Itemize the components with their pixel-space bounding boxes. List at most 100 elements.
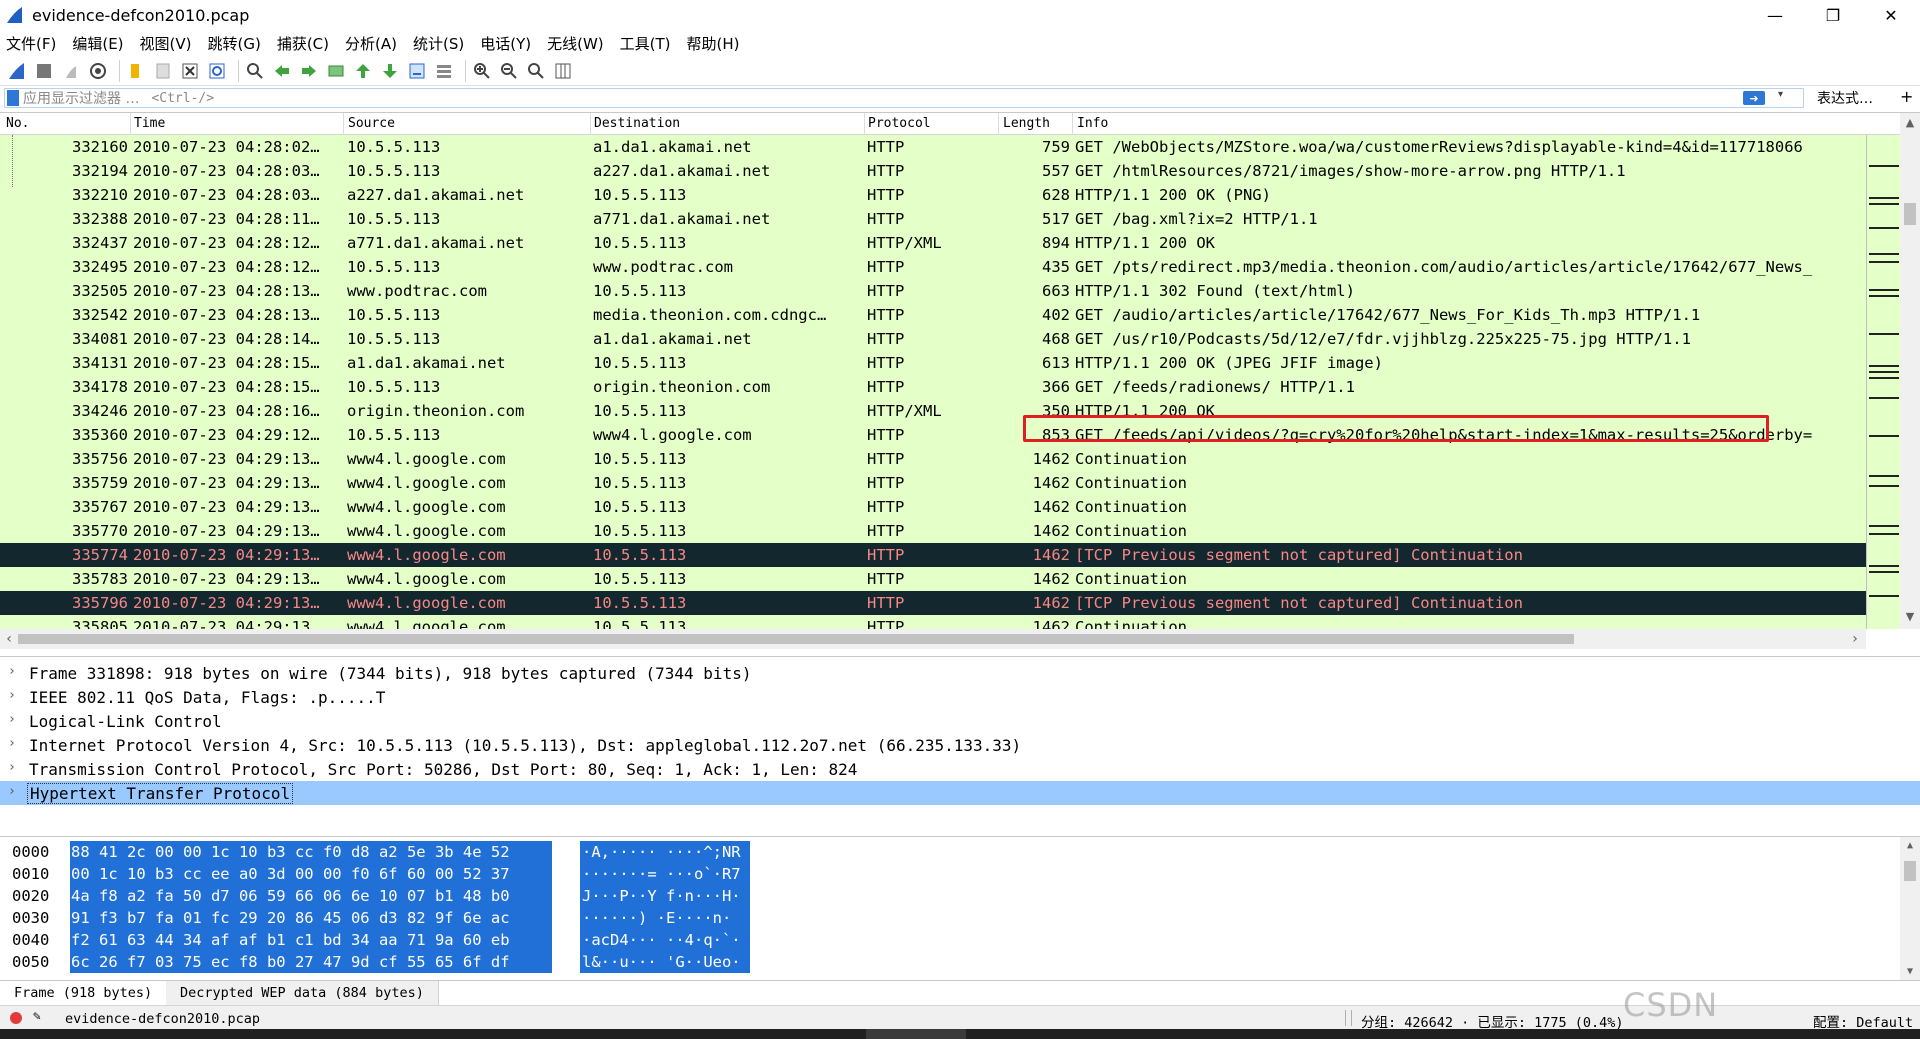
add-filter-button[interactable]: + — [1900, 87, 1913, 106]
apply-filter-icon[interactable]: ➜ — [1743, 91, 1765, 105]
hex-bytes[interactable]: f2 61 63 44 34 af af b1 c1 bd 34 aa 71 9… — [70, 929, 552, 951]
stop-capture-icon[interactable] — [33, 60, 55, 82]
column-time[interactable]: Time — [134, 116, 165, 131]
menu-tools[interactable]: 工具(T) — [620, 33, 671, 54]
hex-ascii[interactable]: ·A,····· ····^;NR — [580, 841, 750, 863]
chevron-right-icon[interactable]: › — [8, 688, 16, 703]
hex-bytes[interactable]: 4a f8 a2 fa 50 d7 06 59 66 06 6e 10 07 b… — [70, 885, 552, 907]
column-divider[interactable] — [590, 113, 591, 135]
hex-bytes[interactable]: 00 1c 10 b3 cc ee a0 3d 00 00 f0 6f 60 0… — [70, 863, 552, 885]
packet-row[interactable]: 335774 2010-07-23 04:29:13… www4.l.google.… — [0, 543, 1866, 567]
packet-row[interactable]: 332160 2010-07-23 04:28:02… 10.5.5.113 a1.d… — [0, 135, 1866, 159]
packet-list-vertical-scrollbar[interactable]: ▲ ▼ — [1900, 113, 1920, 629]
start-capture-icon[interactable] — [6, 60, 28, 82]
go-forward-icon[interactable] — [298, 60, 320, 82]
column-info[interactable]: Info — [1077, 116, 1108, 131]
column-destination[interactable]: Destination — [594, 116, 680, 131]
close-button[interactable]: ✕ — [1862, 0, 1920, 30]
menu-edit[interactable]: 编辑(E) — [72, 33, 123, 54]
packet-row[interactable]: 335767 2010-07-23 04:29:13… www4.l.google.… — [0, 495, 1866, 519]
maximize-button[interactable]: ❐ — [1804, 0, 1862, 30]
packet-row[interactable]: 332388 2010-07-23 04:28:11… 10.5.5.113 a771… — [0, 207, 1866, 231]
packet-row[interactable]: 335759 2010-07-23 04:29:13… www4.l.google.… — [0, 471, 1866, 495]
capture-options-icon[interactable] — [87, 60, 109, 82]
menu-telephony[interactable]: 电话(Y) — [480, 33, 531, 54]
chevron-right-icon[interactable]: › — [8, 784, 16, 799]
detail-tree-item[interactable]: › Frame 331898: 918 bytes on wire (7344 b… — [0, 661, 1920, 685]
detail-tree-item[interactable]: › IEEE 802.11 QoS Data, Flags: .p.....T — [0, 685, 1920, 709]
packet-row[interactable]: 335756 2010-07-23 04:29:13… www4.l.google.… — [0, 447, 1866, 471]
column-divider[interactable] — [343, 113, 344, 135]
menu-go[interactable]: 跳转(G) — [208, 33, 261, 54]
packet-row[interactable]: 335770 2010-07-23 04:29:13… www4.l.google.… — [0, 519, 1866, 543]
packet-row[interactable]: 332210 2010-07-23 04:28:03… a227.da1.akama… — [0, 183, 1866, 207]
detail-tree-item[interactable]: › Internet Protocol Version 4, Src: 10.5.… — [0, 733, 1920, 757]
go-last-icon[interactable] — [379, 60, 401, 82]
scrollbar-thumb[interactable] — [1904, 861, 1916, 881]
menu-wireless[interactable]: 无线(W) — [547, 33, 604, 54]
edit-comment-icon[interactable]: ✎ — [33, 1009, 41, 1024]
column-source[interactable]: Source — [348, 116, 395, 131]
scroll-down-icon[interactable]: ▼ — [1900, 607, 1920, 625]
packet-row[interactable]: 334081 2010-07-23 04:28:14… 10.5.5.113 a1.d… — [0, 327, 1866, 351]
scrollbar-thumb[interactable] — [1904, 203, 1916, 225]
packet-row[interactable]: 335805 2010-07-23 04:29:13… www4.l.google.… — [0, 615, 1866, 629]
hex-ascii[interactable]: ·acD4··· ··4·q·`· — [580, 929, 750, 951]
restart-capture-icon[interactable] — [60, 60, 82, 82]
packet-row[interactable]: 334178 2010-07-23 04:28:15… 10.5.5.113 orig… — [0, 375, 1866, 399]
zoom-out-icon[interactable] — [498, 60, 520, 82]
scroll-down-icon[interactable]: ▼ — [1900, 963, 1920, 979]
packet-row[interactable]: 334131 2010-07-23 04:28:15… a1.da1.akamai.… — [0, 351, 1866, 375]
menu-file[interactable]: 文件(F) — [6, 33, 56, 54]
bookmark-icon[interactable] — [7, 90, 19, 106]
menu-view[interactable]: 视图(V) — [140, 33, 192, 54]
hex-bytes[interactable]: 91 f3 b7 fa 01 fc 29 20 86 45 06 d3 82 9… — [70, 907, 552, 929]
column-no[interactable]: No. — [6, 116, 29, 131]
hex-bytes[interactable]: 88 41 2c 00 00 1c 10 b3 cc f0 d8 a2 5e 3… — [70, 841, 552, 863]
scrollbar-thumb[interactable] — [18, 634, 1574, 644]
close-file-icon[interactable] — [179, 60, 201, 82]
tab-frame-bytes[interactable]: Frame (918 bytes) — [0, 981, 168, 1005]
menu-statistics[interactable]: 统计(S) — [413, 33, 464, 54]
column-divider[interactable] — [130, 113, 131, 135]
packet-row[interactable]: 335783 2010-07-23 04:29:13… www4.l.google.… — [0, 567, 1866, 591]
packet-list-horizontal-scrollbar[interactable]: ‹ › — [0, 629, 1866, 649]
display-filter-input[interactable]: 应用显示过滤器 … <Ctrl-/> ➜ ▾ — [4, 88, 1804, 108]
menu-capture[interactable]: 捕获(C) — [277, 33, 329, 54]
zoom-in-icon[interactable] — [471, 60, 493, 82]
colorize-icon[interactable] — [433, 60, 455, 82]
column-protocol[interactable]: Protocol — [868, 116, 931, 131]
zoom-normal-icon[interactable] — [525, 60, 547, 82]
hex-ascii[interactable]: J···P··Y f·n···H· — [580, 885, 750, 907]
scroll-up-icon[interactable]: ▲ — [1900, 113, 1920, 131]
save-file-icon[interactable] — [152, 60, 174, 82]
detail-tree-item[interactable]: › Hypertext Transfer Protocol — [0, 781, 1920, 805]
hex-bytes[interactable]: 6c 26 f7 03 75 ec f8 b0 27 47 9d cf 55 6… — [70, 951, 552, 973]
packet-row[interactable]: 332437 2010-07-23 04:28:12… a771.da1.akama… — [0, 231, 1866, 255]
expert-info-icon[interactable] — [10, 1012, 22, 1024]
reload-icon[interactable] — [206, 60, 228, 82]
detail-tree-item[interactable]: › Transmission Control Protocol, Src Port… — [0, 757, 1920, 781]
column-divider[interactable] — [998, 113, 999, 135]
scroll-left-icon[interactable]: ‹ — [0, 629, 18, 649]
tab-decrypted-wep[interactable]: Decrypted WEP data (884 bytes) — [166, 981, 439, 1005]
chevron-right-icon[interactable]: › — [8, 712, 16, 727]
find-packet-icon[interactable] — [244, 60, 266, 82]
filter-history-dropdown-icon[interactable]: ▾ — [1778, 89, 1783, 100]
column-divider[interactable] — [1072, 113, 1073, 135]
autoscroll-icon[interactable] — [406, 60, 428, 82]
bytes-vertical-scrollbar[interactable]: ▲ ▼ — [1900, 837, 1920, 980]
packet-row[interactable]: 332194 2010-07-23 04:28:03… 10.5.5.113 a227… — [0, 159, 1866, 183]
chevron-right-icon[interactable]: › — [8, 760, 16, 775]
scroll-right-icon[interactable]: › — [1846, 629, 1864, 649]
column-length[interactable]: Length — [1003, 116, 1050, 131]
scroll-up-icon[interactable]: ▲ — [1900, 837, 1920, 853]
expression-button[interactable]: 表达式… — [1817, 88, 1873, 108]
packet-row[interactable]: 332505 2010-07-23 04:28:13… www.podtrac.co… — [0, 279, 1866, 303]
open-file-icon[interactable] — [125, 60, 147, 82]
packet-row[interactable]: 335796 2010-07-23 04:29:13… www4.l.google.… — [0, 591, 1866, 615]
menu-analyze[interactable]: 分析(A) — [345, 33, 397, 54]
resize-columns-icon[interactable] — [552, 60, 574, 82]
menu-help[interactable]: 帮助(H) — [687, 33, 740, 54]
go-to-packet-icon[interactable] — [325, 60, 347, 82]
